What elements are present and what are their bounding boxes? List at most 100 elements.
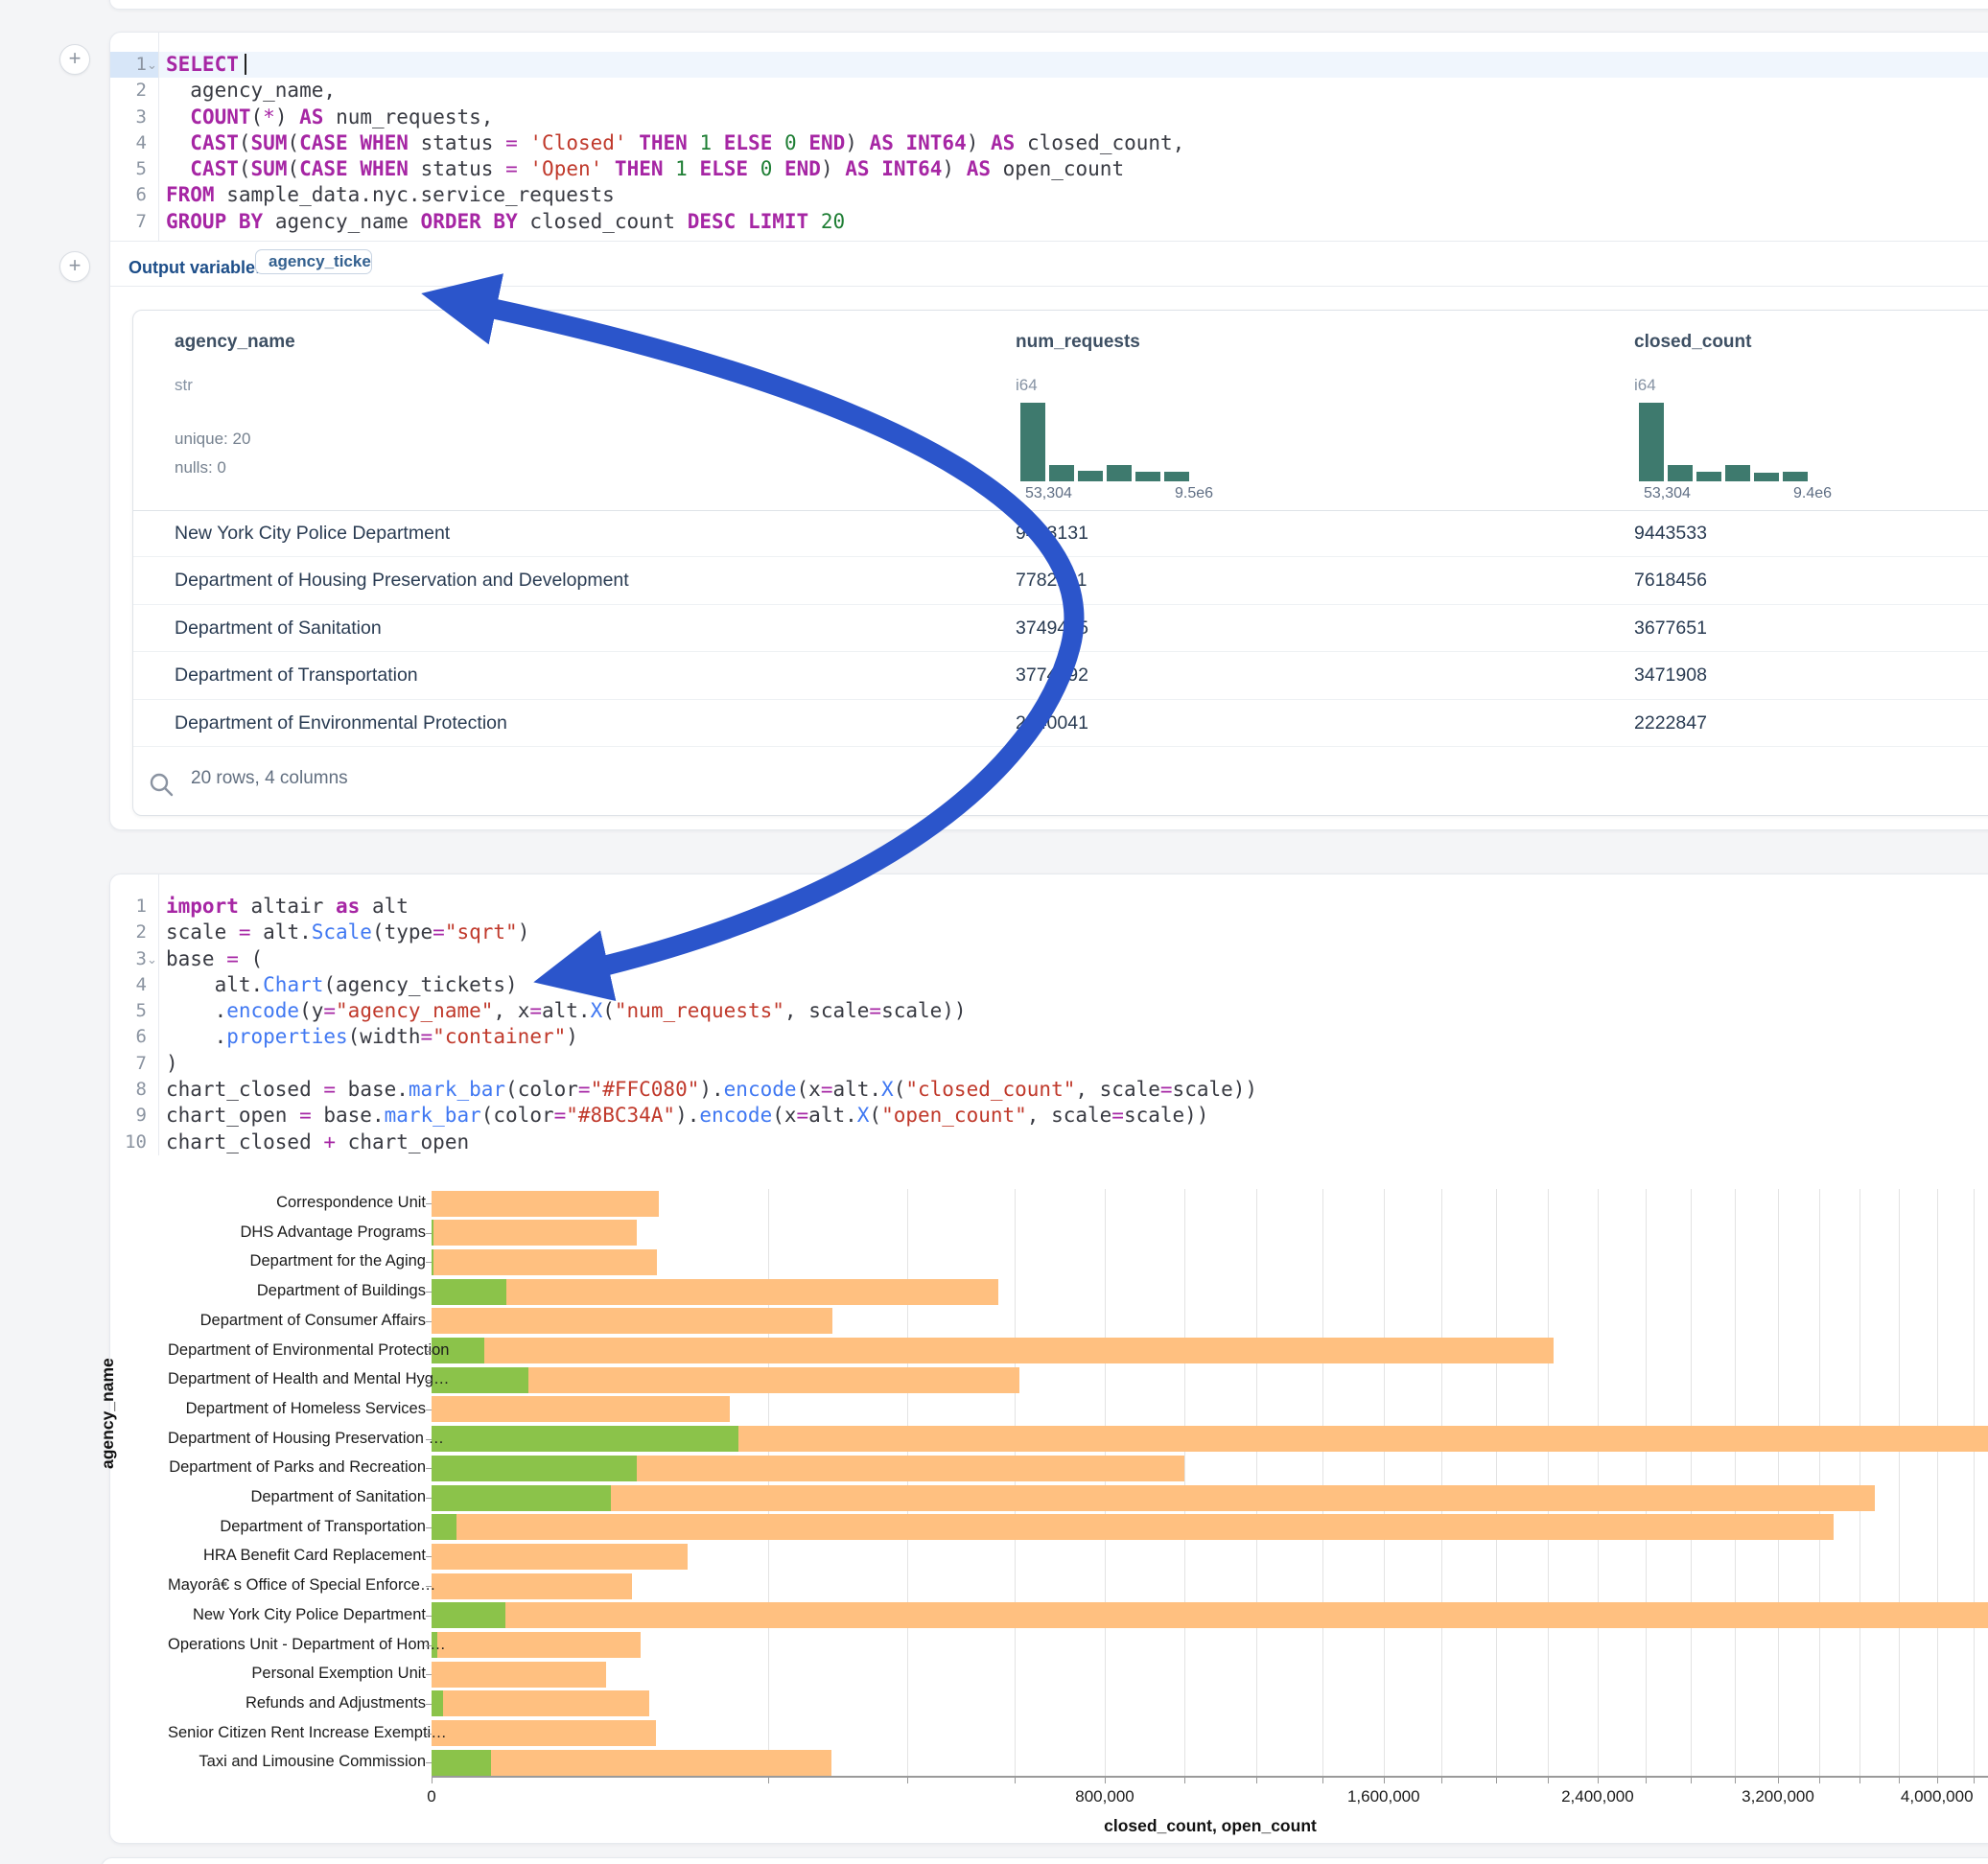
gridline — [907, 1189, 908, 1776]
code-line[interactable]: 7) — [110, 1051, 1988, 1077]
code-line[interactable]: 4 CAST(SUM(CASE WHEN status = 'Closed' T… — [110, 130, 1988, 156]
open-count-bar[interactable] — [432, 1279, 506, 1305]
closed-count-bar[interactable] — [432, 1308, 832, 1334]
open-count-bar[interactable] — [432, 1249, 433, 1275]
closed-count-bar[interactable] — [432, 1720, 656, 1746]
x-axis-label: 3,200,000 — [1742, 1787, 1814, 1806]
sql-cell: 1⌄SELECT2 agency_name,3 COUNT(*) AS num_… — [109, 32, 1988, 830]
code-line[interactable]: 3⌄base = ( — [110, 946, 1988, 972]
open-count-bar[interactable] — [432, 1690, 443, 1716]
code-text: import altair as alt — [166, 894, 409, 920]
search-icon[interactable] — [147, 770, 177, 801]
open-count-bar[interactable] — [432, 1514, 456, 1540]
text-cursor — [245, 54, 246, 75]
add-cell-button[interactable]: + — [59, 44, 90, 75]
closed-count-bar[interactable] — [432, 1279, 998, 1305]
sql-editor[interactable]: 1⌄SELECT2 agency_name,3 COUNT(*) AS num_… — [110, 52, 1988, 240]
y-axis-label: Correspondence Unit — [168, 1194, 426, 1212]
line-number: 8 — [110, 1077, 158, 1103]
code-line[interactable]: 1⌄SELECT — [110, 52, 1988, 78]
code-line[interactable]: 6FROM sample_data.nyc.service_requests — [110, 182, 1988, 208]
code-line[interactable]: 5 CAST(SUM(CASE WHEN status = 'Open' THE… — [110, 156, 1988, 182]
result-table: agency_namestrunique: 20nulls: 0num_requ… — [132, 310, 1988, 816]
closed-count-bar[interactable] — [432, 1662, 606, 1688]
output-variable-badge[interactable]: agency_tickets — [255, 249, 372, 274]
output-variable-label: Output variable: — [129, 258, 261, 278]
code-text: ) — [166, 1051, 178, 1077]
x-tick — [1256, 1778, 1257, 1783]
open-count-bar[interactable] — [432, 1220, 433, 1246]
line-number: 5 — [110, 156, 158, 182]
x-tick — [1105, 1778, 1106, 1783]
gridline — [1384, 1189, 1385, 1776]
open-count-bar[interactable] — [432, 1456, 637, 1481]
closed-count-bar[interactable] — [432, 1632, 641, 1658]
column-histogram — [1020, 403, 1195, 481]
closed-count-bar[interactable] — [432, 1602, 1988, 1628]
x-axis-label: 800,000 — [1075, 1787, 1134, 1806]
table-row[interactable]: Department of Sanitation37494853677651 — [133, 605, 1988, 652]
closed-count-bar[interactable] — [432, 1191, 659, 1217]
open-count-bar[interactable] — [432, 1602, 505, 1628]
code-line[interactable]: 4 alt.Chart(agency_tickets) — [110, 972, 1988, 998]
gridline — [1974, 1189, 1975, 1776]
line-number: 7 — [110, 1051, 158, 1077]
table-cell: Department of Sanitation — [175, 605, 382, 652]
code-line[interactable]: 10chart_closed + chart_open — [110, 1130, 1988, 1155]
y-tick — [426, 1704, 432, 1705]
closed-count-bar[interactable] — [432, 1750, 831, 1776]
closed-count-bar[interactable] — [432, 1396, 730, 1422]
line-number: 4 — [110, 972, 158, 998]
code-text: GROUP BY agency_name ORDER BY closed_cou… — [166, 209, 845, 235]
code-line[interactable]: 5 .encode(y="agency_name", x=alt.X("num_… — [110, 998, 1988, 1024]
y-tick — [426, 1380, 432, 1381]
table-row[interactable]: Department of Housing Preservation and D… — [133, 557, 1988, 604]
code-line[interactable]: 2scale = alt.Scale(type="sqrt") — [110, 920, 1988, 945]
closed-count-bar[interactable] — [432, 1573, 632, 1599]
closed-count-bar[interactable] — [432, 1690, 649, 1716]
code-line[interactable]: 1import altair as alt — [110, 894, 1988, 920]
x-tick — [1646, 1778, 1647, 1783]
table-cell: 7618456 — [1634, 557, 1707, 604]
python-editor[interactable]: 1import altair as alt2scale = alt.Scale(… — [110, 894, 1988, 1155]
y-tick — [426, 1351, 432, 1352]
column-header[interactable]: agency_name — [175, 332, 295, 353]
code-line[interactable]: 2 agency_name, — [110, 78, 1988, 104]
y-tick — [426, 1203, 432, 1204]
open-count-bar[interactable] — [432, 1485, 611, 1511]
line-number: 6 — [110, 1024, 158, 1050]
closed-count-bar[interactable] — [432, 1485, 1875, 1511]
closed-count-bar[interactable] — [432, 1514, 1834, 1540]
gridline — [1184, 1189, 1185, 1776]
code-text: chart_closed = base.mark_bar(color="#FFC… — [166, 1077, 1257, 1103]
closed-count-bar[interactable] — [432, 1249, 657, 1275]
code-line[interactable]: 9chart_open = base.mark_bar(color="#8BC3… — [110, 1103, 1988, 1129]
code-text: CAST(SUM(CASE WHEN status = 'Open' THEN … — [166, 156, 1124, 182]
open-count-bar[interactable] — [432, 1750, 491, 1776]
table-row[interactable]: New York City Police Department945313194… — [133, 510, 1988, 557]
line-number: 6 — [110, 182, 158, 208]
closed-count-bar[interactable] — [432, 1544, 688, 1570]
code-line[interactable]: 7 GROUP BY agency_name ORDER BY closed_co… — [110, 209, 1988, 235]
y-axis-label: Department of Health and Mental Hyg… — [168, 1370, 426, 1388]
closed-count-bar[interactable] — [432, 1338, 1554, 1363]
column-header[interactable]: num_requests — [1016, 332, 1140, 353]
code-line[interactable]: 8 chart_closed = base.mark_bar(color="#FF… — [110, 1077, 1988, 1103]
y-tick — [426, 1292, 432, 1293]
code-line[interactable]: 6 .properties(width="container") — [110, 1024, 1988, 1050]
line-number: 2 — [110, 920, 158, 945]
chart-x-title: closed_count, open_count — [432, 1816, 1988, 1836]
x-tick — [1496, 1778, 1497, 1783]
code-line[interactable]: 3 COUNT(*) AS num_requests, — [110, 105, 1988, 130]
code-text: chart_closed + chart_open — [166, 1130, 469, 1155]
line-number: 4 — [110, 130, 158, 156]
x-tick — [1598, 1778, 1599, 1783]
y-axis-label: Department of Homeless Services — [168, 1400, 426, 1418]
table-row[interactable]: Department of Transportation377489234719… — [133, 652, 1988, 699]
add-cell-button[interactable]: + — [59, 251, 90, 282]
open-count-bar[interactable] — [432, 1426, 738, 1452]
line-number: 7 — [110, 209, 158, 235]
table-row[interactable]: Department of Environmental Protection22… — [133, 700, 1988, 747]
column-header[interactable]: closed_count — [1634, 332, 1751, 353]
closed-count-bar[interactable] — [432, 1220, 637, 1246]
